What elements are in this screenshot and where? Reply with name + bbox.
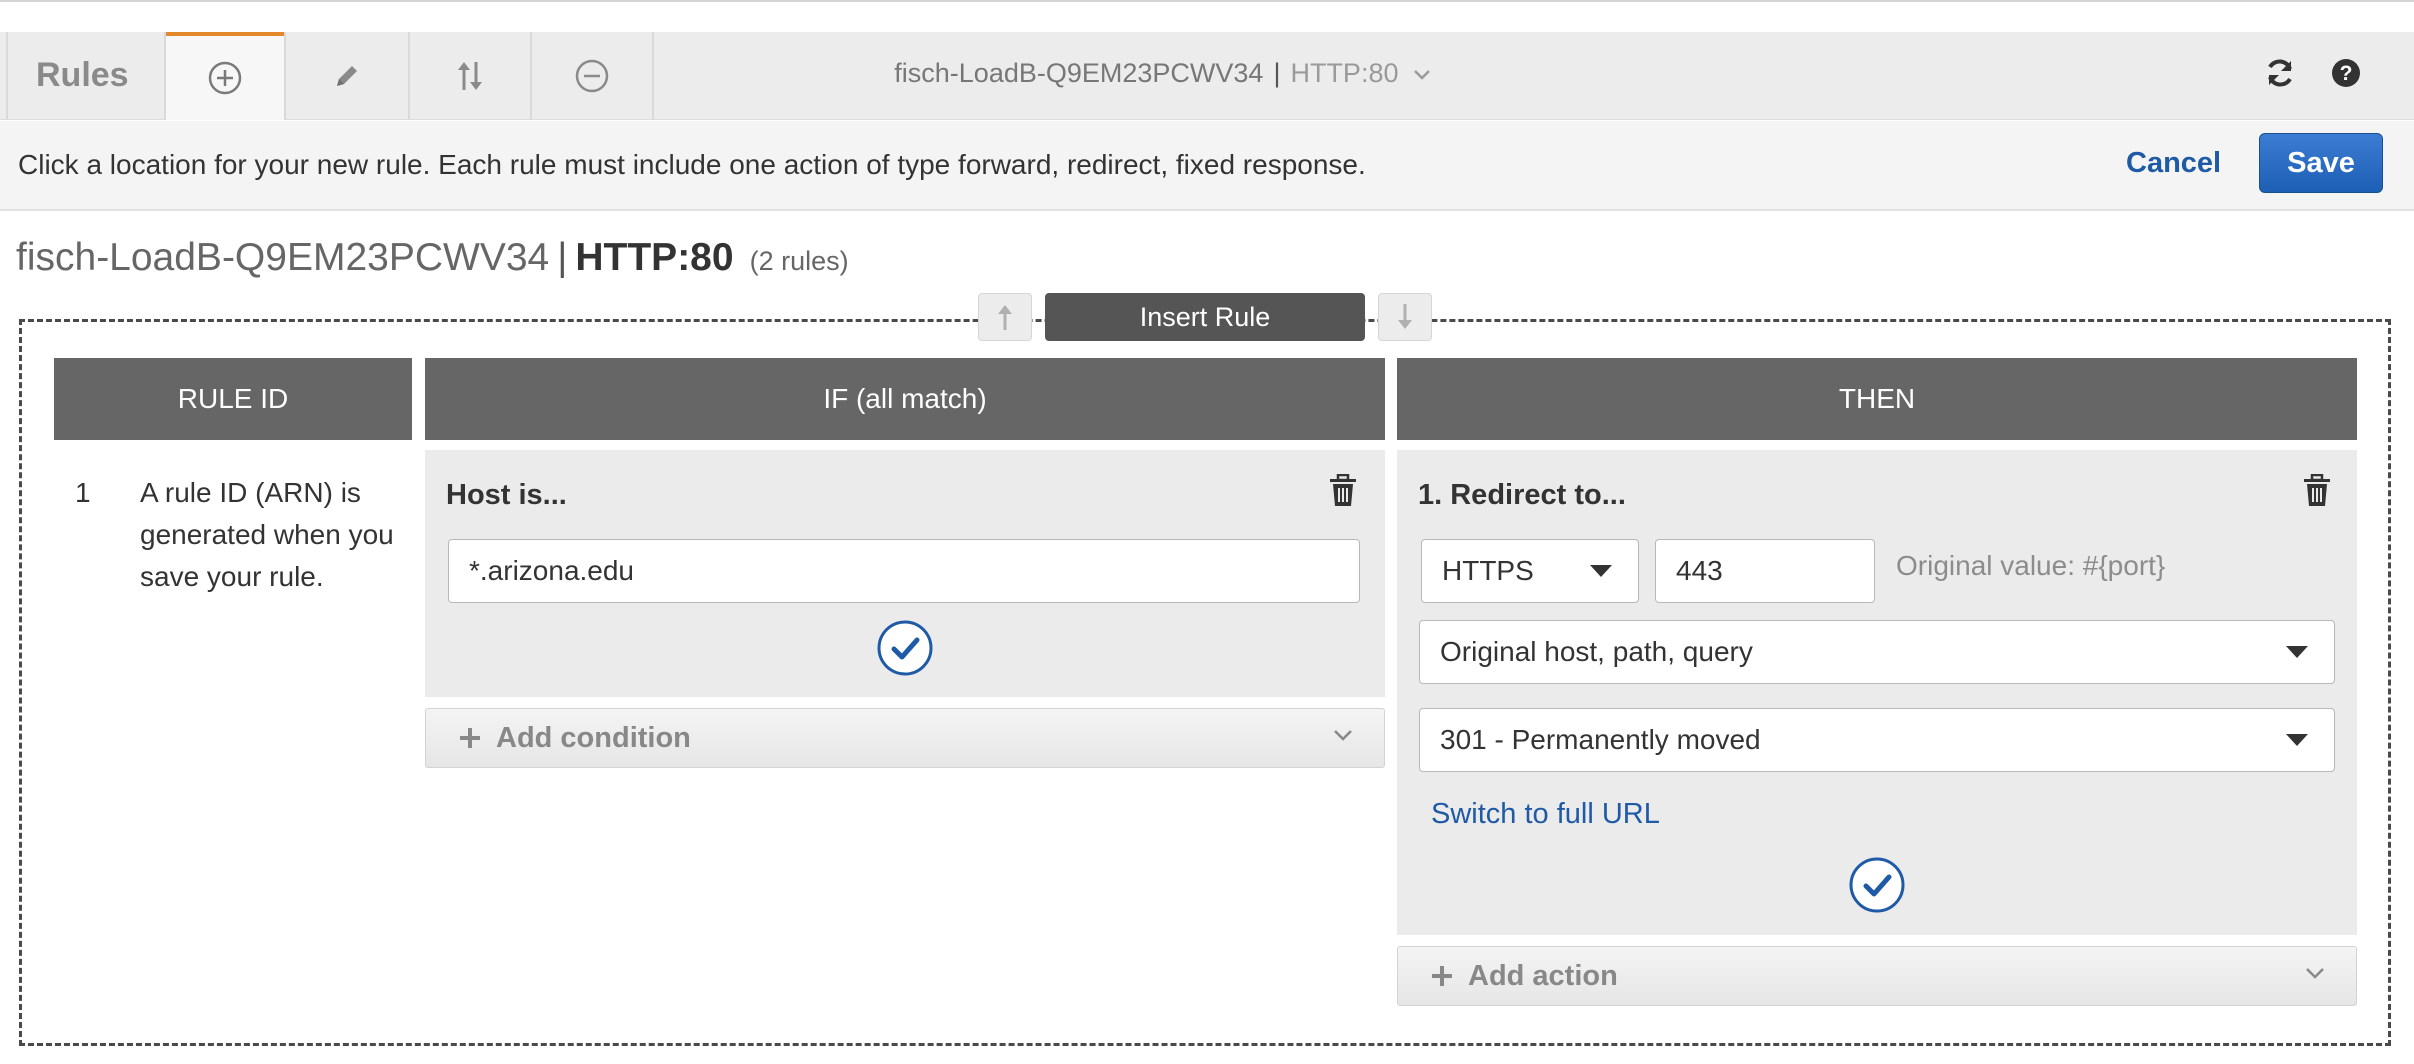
add-condition-label: Add condition [496,721,691,754]
load-balancer-name: fisch-LoadB-Q9EM23PCWV34 [894,58,1264,88]
column-header-if: IF (all match) [425,358,1385,440]
heading-load-balancer: fisch-LoadB-Q9EM23PCWV34 [16,236,550,279]
tab-add-rule[interactable] [166,32,284,120]
chevron-down-icon [1414,70,1430,80]
instruction-text: Click a location for your new rule. Each… [18,149,1366,180]
rule-count: (2 rules) [749,246,849,276]
host-path-query-value: Original host, path, query [1440,636,1753,667]
plus-icon [1432,966,1452,986]
move-up-button[interactable] [978,293,1032,341]
caret-down-icon [2286,646,2308,658]
separator: | [1273,58,1281,88]
help-icon[interactable]: ? [2329,56,2363,95]
original-value-hint: Original value: #{port} [1896,550,2166,581]
tab-edit-rules[interactable] [286,32,408,120]
arrow-up-icon [998,305,1012,330]
host-input[interactable]: *.arizona.edu [448,539,1360,603]
switch-to-full-url-link[interactable]: Switch to full URL [1431,798,1660,831]
add-action-label: Add action [1468,959,1618,992]
toolbar-divider [652,32,654,120]
action-title: 1. Redirect to... [1418,479,1626,511]
delete-action-trash-icon[interactable] [2302,473,2332,513]
svg-text:?: ? [2340,62,2353,85]
toolbar-title: Rules [36,56,129,94]
column-header-rule-id: RULE ID [54,358,412,440]
delete-condition-trash-icon[interactable] [1328,473,1358,513]
minus-circle-icon [575,59,609,93]
confirm-action-check-icon[interactable] [1848,856,1906,919]
add-condition-button[interactable]: Add condition [425,708,1385,768]
status-code-select[interactable]: 301 - Permanently moved [1419,708,2335,772]
rule-number: 1 [75,477,91,508]
chevron-down-icon [2306,968,2324,979]
plus-icon [460,728,480,748]
heading-listener: HTTP:80 [575,236,734,279]
protocol-value: HTTPS [1442,555,1534,586]
confirm-condition-check-icon[interactable] [876,619,934,682]
port-input[interactable]: 443 [1655,539,1875,603]
host-path-query-select[interactable]: Original host, path, query [1419,620,2335,684]
rule-id-text: A rule ID (ARN) is generated when you sa… [140,477,394,592]
tab-delete-rules[interactable] [532,32,652,120]
save-button[interactable]: Save [2259,133,2383,193]
listener-name: HTTP:80 [1290,58,1399,88]
move-down-button[interactable] [1378,293,1432,341]
add-action-button[interactable]: Add action [1397,946,2357,1006]
insert-rule-button[interactable]: Insert Rule [1045,293,1365,341]
page-title: fisch-LoadB-Q9EM23PCWV34 | HTTP:80 (2 rules… [16,236,849,280]
toolbar-divider [6,32,8,120]
heading-separator: | [557,236,568,279]
instruction-bar: Click a location for your new rule. Each… [0,121,2414,211]
plus-circle-icon [208,61,242,95]
pencil-icon [337,66,357,86]
column-header-then: THEN [1397,358,2357,440]
top-border [0,0,2414,2]
caret-down-icon [2286,734,2308,746]
rules-toolbar: Rules fisch-LoadB-Q9EM23PCWV34 | HTTP:80… [0,32,2414,120]
condition-title: Host is... [446,479,567,511]
arrow-down-icon [1398,304,1412,329]
chevron-down-icon [1334,730,1352,741]
cancel-button[interactable]: Cancel [2126,147,2221,180]
protocol-select[interactable]: HTTPS [1421,539,1639,603]
reorder-arrows-icon [458,62,482,90]
refresh-icon[interactable] [2263,56,2297,95]
tab-reorder-rules[interactable] [410,32,530,120]
caret-down-icon [1590,565,1612,577]
status-code-value: 301 - Permanently moved [1440,724,1761,755]
listener-selector[interactable]: fisch-LoadB-Q9EM23PCWV34 | HTTP:80 [894,58,1432,89]
